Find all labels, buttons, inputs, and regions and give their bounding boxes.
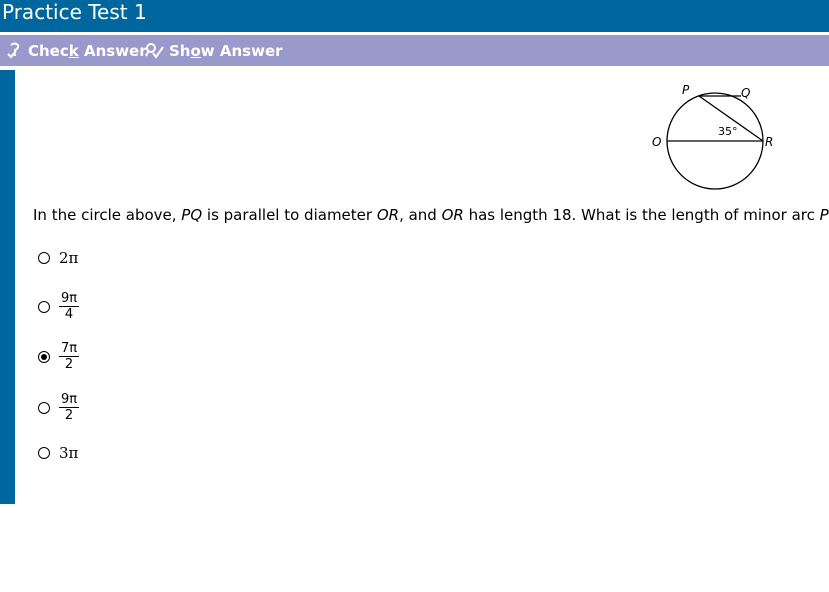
show-answer-label-mnemonic: o [190,41,201,60]
show-answer-label: Show Answer [169,42,283,60]
choice-b-denominator: 4 [64,307,74,322]
show-answer-label-a: Sh [169,41,191,60]
question-or-2: OR [441,206,464,224]
check-answer-icon [7,42,20,58]
label-p: P [682,83,690,97]
question-pq-2: PQ [819,206,829,224]
answer-choice-a[interactable]: 2π [38,249,78,267]
choice-c-denominator: 2 [64,357,74,372]
check-answer-button[interactable]: Check Answer [6,35,147,66]
choice-c-fraction: 7π 2 [59,341,80,372]
answer-choice-c[interactable]: 7π 2 [38,341,80,372]
answer-choice-b[interactable]: 9π 4 [38,291,80,322]
question-part-4: has length 18. What is the length of min… [463,206,820,224]
radio-button[interactable] [38,350,50,363]
window-title: Practice Test 1 [2,0,147,24]
check-answer-label-a: Chec [28,41,69,60]
radio-ring [38,252,50,264]
radio-ring [38,447,50,459]
left-accent-bar [0,70,15,504]
question-part-3: , and [399,206,442,224]
check-answer-label: Check Answer [28,42,147,60]
radio-ring-selected [38,350,50,363]
choice-a-text: 2π [59,249,79,267]
question-part-1: In the circle above, [33,206,182,224]
choice-d-denominator: 2 [64,408,74,423]
angle-label: 35° [718,125,738,138]
radio-button[interactable] [38,252,50,264]
question-text: In the circle above, PQ is parallel to d… [33,206,829,224]
radio-ring [38,300,50,313]
answer-choice-e[interactable]: 3π [38,444,78,462]
label-r: R [765,135,773,149]
choice-d-numerator: 9π [59,392,80,408]
choice-b-fraction: 9π 4 [59,291,80,322]
label-q: Q [741,86,750,100]
radio-button[interactable] [38,300,50,313]
show-answer-label-b: w Answer [200,41,283,60]
check-answer-label-mnemonic: k [68,41,79,60]
title-bar: Practice Test 1 [0,0,829,32]
choice-e-text: 3π [59,444,79,462]
show-answer-icon [145,42,164,59]
circle-figure: P Q O R 35° [652,83,773,190]
title-divider [0,32,829,34]
radio-button[interactable] [38,401,50,414]
check-answer-label-b: Answer [78,41,147,60]
toolbar: Check Answer Show Answer [0,35,829,66]
radio-button[interactable] [38,447,50,459]
choice-d-fraction: 9π 2 [59,392,80,423]
question-part-2: is parallel to diameter [202,206,377,224]
question-or-1: OR [376,206,400,224]
radio-ring [38,401,50,414]
choice-c-numerator: 7π [59,341,80,357]
show-answer-button[interactable]: Show Answer [145,35,283,66]
choice-b-numerator: 9π [59,291,80,307]
question-pq-1: PQ [181,206,203,224]
answer-choice-d[interactable]: 9π 2 [38,392,80,423]
label-o: O [652,135,661,149]
